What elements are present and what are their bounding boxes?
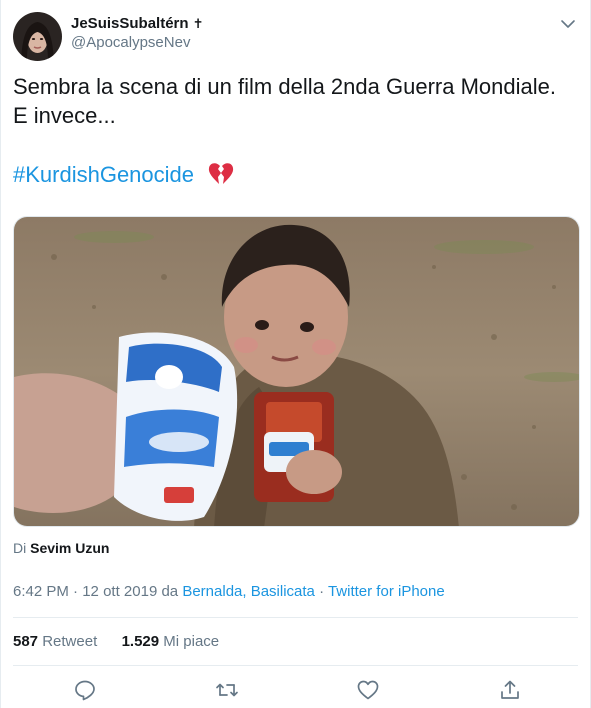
meta-separator: · — [68, 583, 83, 600]
share-icon[interactable] — [498, 678, 522, 702]
like-icon[interactable] — [356, 678, 380, 702]
meta-separator: · — [314, 583, 328, 600]
media-credit: Di Sevim Uzun — [13, 540, 109, 556]
retweets-label: Retweet — [42, 633, 98, 650]
author-handle[interactable]: @ApocalypseNev — [71, 33, 204, 53]
likes-label: Mi piace — [163, 633, 220, 650]
reply-icon[interactable] — [73, 678, 97, 702]
author-name-text: JeSuisSubaltérn — [71, 15, 189, 32]
tweet-text-line-1: Sembra la scena di un film della 2nda Gu… — [13, 74, 556, 99]
credit-prefix: Di — [13, 540, 27, 556]
tweet-text: Sembra la scena di un film della 2nda Gu… — [13, 72, 579, 130]
video-frame-image — [14, 217, 579, 526]
hashtag-line: #KurdishGenocide — [13, 160, 234, 189]
retweet-icon[interactable] — [215, 678, 239, 702]
hashtag-link[interactable]: #KurdishGenocide — [13, 162, 194, 187]
source-link[interactable]: Twitter for iPhone — [328, 583, 445, 600]
cross-icon: ✝ — [192, 16, 204, 31]
tweet-date[interactable]: 12 ott 2019 — [82, 583, 157, 600]
divider — [13, 617, 578, 618]
broken-heart-icon — [208, 162, 234, 186]
tweet-text-line-2: E invece... — [13, 103, 116, 128]
tweet-stats: 587 Retweet 1.529 Mi piace — [13, 633, 219, 650]
avatar[interactable] — [13, 12, 62, 61]
retweets-stat[interactable]: 587 Retweet — [13, 633, 97, 650]
chevron-down-icon[interactable] — [558, 14, 578, 34]
credit-name[interactable]: Sevim Uzun — [30, 540, 109, 556]
likes-count: 1.529 — [121, 633, 160, 650]
author-display-name[interactable]: JeSuisSubaltérn ✝ — [71, 15, 204, 33]
tweet-time[interactable]: 6:42 PM — [13, 583, 69, 600]
avatar-image — [13, 12, 62, 61]
tweet-card: JeSuisSubaltérn ✝ @ApocalypseNev Sembra … — [0, 0, 591, 708]
divider — [13, 665, 578, 666]
location-prefix: da — [157, 583, 183, 600]
location-link[interactable]: Bernalda, Basilicata — [182, 583, 315, 600]
tweet-header: JeSuisSubaltérn ✝ @ApocalypseNev — [13, 10, 578, 62]
video-thumbnail[interactable] — [13, 216, 580, 527]
tweet-actions — [1, 676, 591, 704]
author-block[interactable]: JeSuisSubaltérn ✝ @ApocalypseNev — [71, 15, 204, 53]
retweets-count: 587 — [13, 633, 39, 650]
tweet-meta: 6:42 PM · 12 ott 2019 da Bernalda, Basil… — [13, 583, 445, 600]
likes-stat[interactable]: 1.529 Mi piace — [122, 633, 220, 650]
